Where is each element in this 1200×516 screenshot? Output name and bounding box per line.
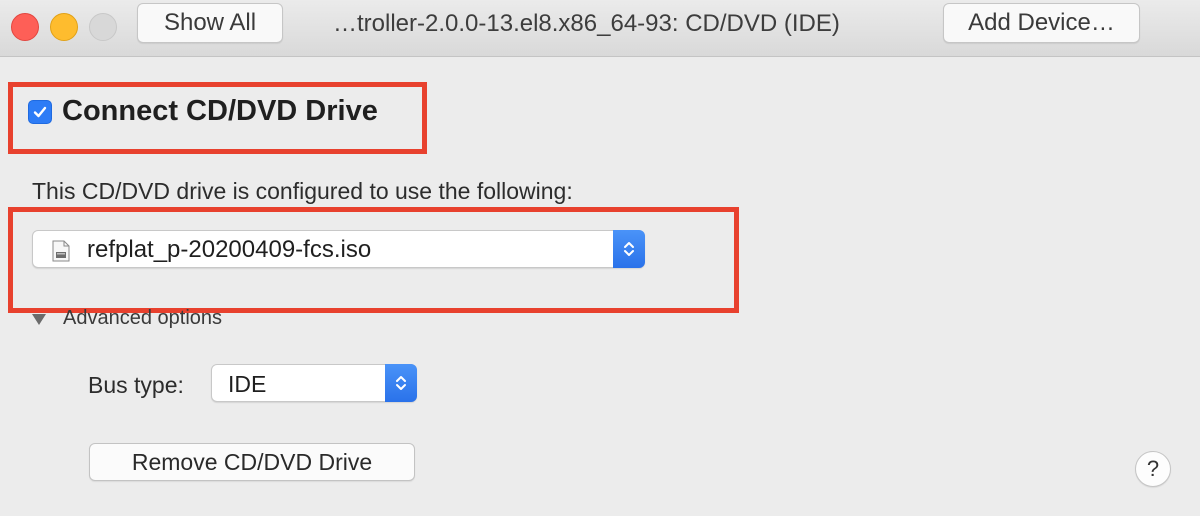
- bus-type-label: Bus type:: [88, 372, 184, 398]
- bus-type-value: IDE: [228, 371, 267, 397]
- help-button[interactable]: ?: [1135, 451, 1171, 487]
- bus-type-popup[interactable]: IDE: [211, 364, 417, 402]
- selected-file-name: refplat_p-20200409-fcs.iso: [87, 236, 372, 263]
- window-title: …troller-2.0.0-13.el8.x86_64-93: CD/DVD …: [333, 10, 840, 37]
- popup-stepper-icon: [396, 376, 406, 390]
- checkmark-icon: [33, 106, 47, 118]
- config-description: This CD/DVD drive is configured to use t…: [32, 178, 573, 204]
- bus-type-stepper[interactable]: [385, 364, 417, 402]
- minimize-icon[interactable]: [50, 13, 78, 41]
- connect-checkbox[interactable]: [28, 100, 52, 124]
- zoom-icon[interactable]: [89, 13, 117, 41]
- window-titlebar: Show All …troller-2.0.0-13.el8.x86_64-93…: [0, 0, 1200, 57]
- show-all-button[interactable]: Show All: [137, 3, 283, 43]
- remove-drive-button[interactable]: Remove CD/DVD Drive: [89, 443, 415, 481]
- disclosure-triangle-icon[interactable]: [32, 314, 46, 325]
- advanced-options-label[interactable]: Advanced options: [63, 307, 222, 330]
- add-device-button[interactable]: Add Device…: [943, 3, 1140, 43]
- file-popup-button[interactable]: refplat_p-20200409-fcs.iso: [32, 230, 645, 268]
- close-icon[interactable]: [11, 13, 39, 41]
- disc-image-file-icon: [52, 240, 70, 262]
- connect-label[interactable]: Connect CD/DVD Drive: [62, 95, 378, 128]
- file-popup-stepper[interactable]: [613, 230, 645, 268]
- popup-stepper-icon: [624, 242, 634, 256]
